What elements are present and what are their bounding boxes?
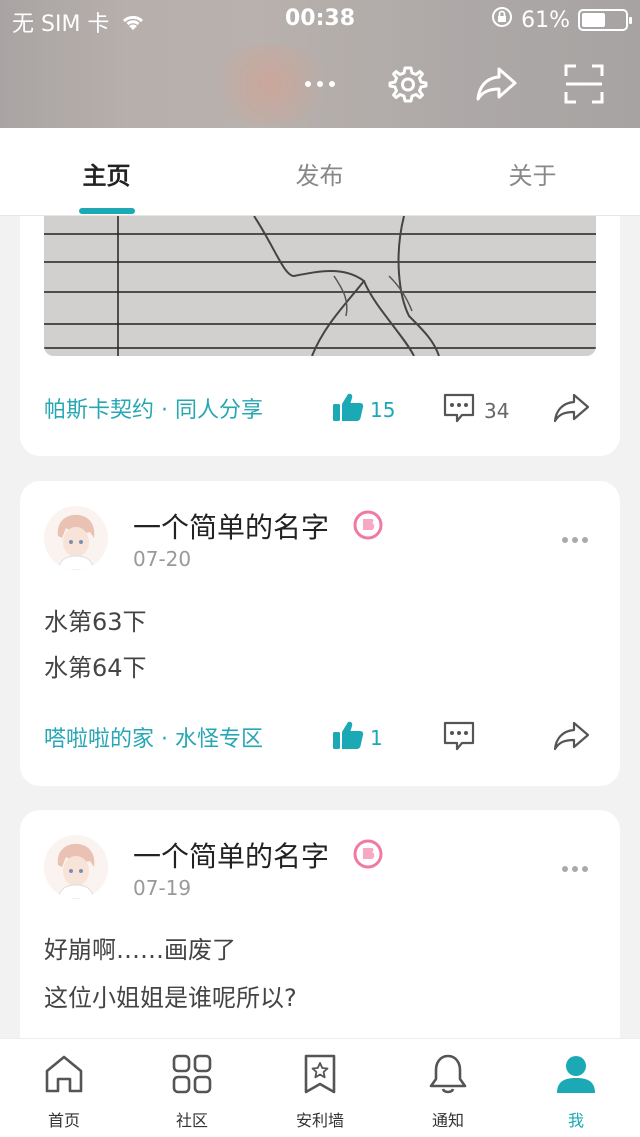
user-badge-icon: [353, 839, 383, 873]
comment-button[interactable]: [442, 720, 476, 757]
post-text-line: 水第63下: [44, 608, 147, 636]
like-button[interactable]: 15: [332, 392, 395, 427]
comment-icon: [442, 392, 476, 429]
bottom-nav: 首页 社区 安利墙 通知 我: [0, 1038, 640, 1137]
active-tab-indicator: [79, 208, 135, 214]
grid-icon: [171, 1053, 213, 1099]
like-count: 15: [370, 397, 396, 422]
username[interactable]: 一个简单的名字: [133, 835, 329, 875]
avatar[interactable]: [44, 835, 108, 899]
nav-item-me[interactable]: 我: [512, 1039, 640, 1137]
bell-icon: [427, 1053, 469, 1099]
tab-about[interactable]: 关于: [426, 156, 639, 191]
more-options-icon[interactable]: [560, 530, 590, 549]
tab-home[interactable]: 主页: [0, 156, 213, 191]
battery-icon: [578, 9, 632, 31]
battery-percent: 61%: [521, 7, 570, 33]
nav-label: 我: [567, 1111, 584, 1130]
status-bar: 无 SIM 卡 00:38 61%: [0, 0, 640, 40]
scan-icon[interactable]: [560, 60, 608, 108]
more-icon[interactable]: [296, 60, 344, 108]
nav-label: 社区: [175, 1111, 208, 1130]
share-icon[interactable]: [472, 60, 520, 108]
post-date: 07-19: [133, 876, 192, 900]
username[interactable]: 一个简单的名字: [133, 506, 329, 546]
like-count: 1: [370, 725, 383, 750]
nav-item-home[interactable]: 首页: [0, 1039, 128, 1137]
nav-item-recommend-wall[interactable]: 安利墙: [256, 1039, 384, 1137]
gear-icon[interactable]: [384, 60, 432, 108]
avatar[interactable]: [44, 506, 108, 570]
share-icon[interactable]: [552, 720, 590, 756]
more-options-icon[interactable]: [560, 859, 590, 878]
nav-label: 通知: [431, 1111, 464, 1130]
orientation-lock-icon: [491, 6, 513, 34]
post-text-line: 这位小姐姐是谁呢所以?: [44, 984, 297, 1012]
nav-item-notifications[interactable]: 通知: [384, 1039, 512, 1137]
nav-label: 首页: [47, 1111, 80, 1130]
bookmark-star-icon: [299, 1053, 341, 1099]
thumbs-up-icon: [332, 720, 364, 755]
comment-count: 34: [484, 398, 510, 423]
post-text-line: 水第64下: [44, 654, 147, 682]
comment-icon: [442, 720, 476, 757]
tab-publish[interactable]: 发布: [213, 156, 426, 191]
tab-bar: 主页 发布 关于: [0, 128, 640, 216]
nav-item-community[interactable]: 社区: [128, 1039, 256, 1137]
person-icon: [555, 1053, 597, 1099]
comment-button[interactable]: 34: [442, 392, 509, 429]
user-badge-icon: [353, 510, 383, 544]
nav-label: 安利墙: [295, 1111, 344, 1130]
thumbs-up-icon: [332, 392, 364, 427]
topic-tags[interactable]: 嗒啦啦的家 · 水怪专区: [44, 721, 263, 753]
topic-tags[interactable]: 帕斯卡契约 · 同人分享: [44, 392, 263, 424]
post-image[interactable]: [44, 216, 596, 356]
post-date: 07-20: [133, 547, 192, 571]
share-icon[interactable]: [552, 392, 590, 428]
post-text-line: 好崩啊……画废了: [44, 936, 236, 964]
home-icon: [43, 1053, 85, 1099]
like-button[interactable]: 1: [332, 720, 383, 755]
